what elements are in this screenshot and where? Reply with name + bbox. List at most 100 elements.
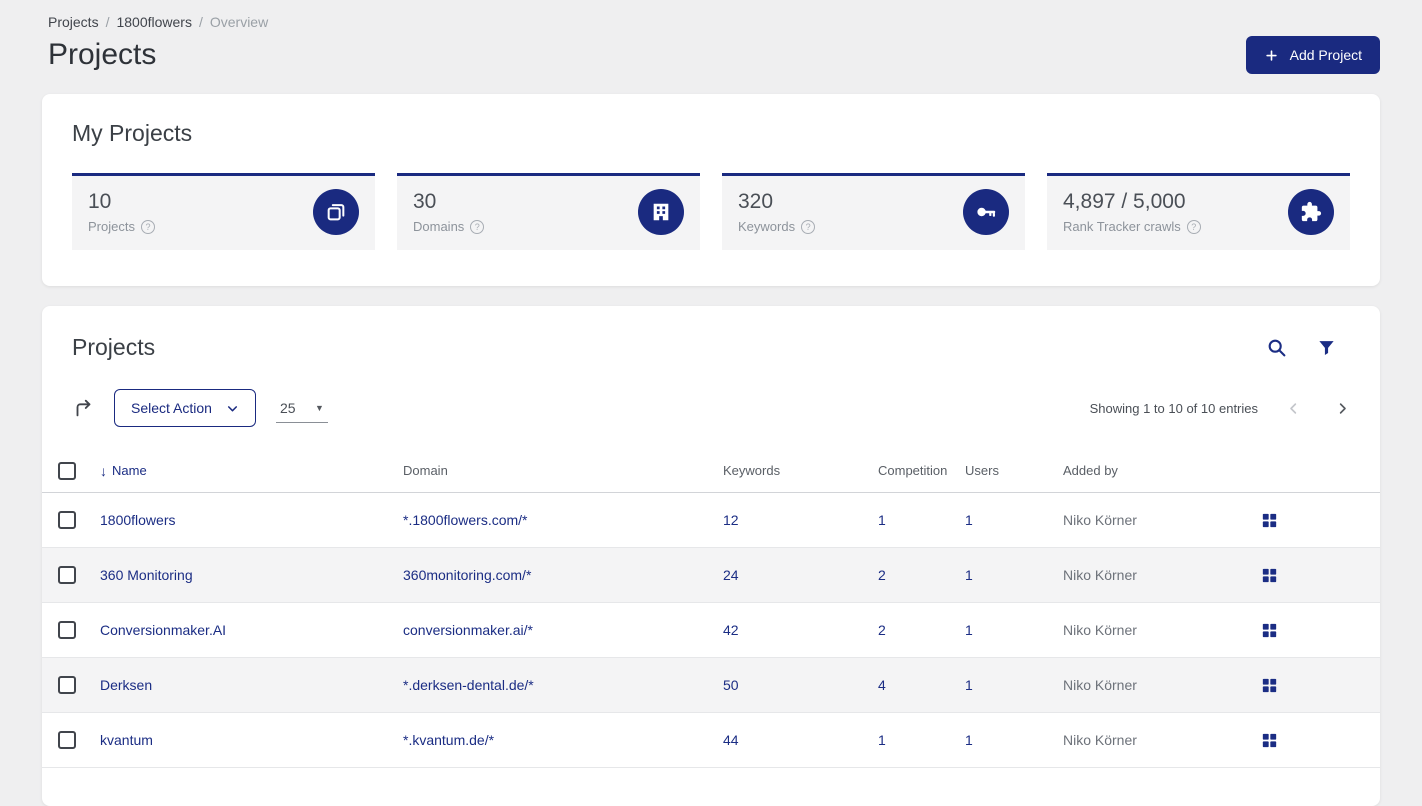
project-name-link[interactable]: kvantum bbox=[100, 732, 403, 748]
help-icon[interactable]: ? bbox=[470, 219, 485, 234]
keywords-value[interactable]: 24 bbox=[723, 567, 878, 583]
key-icon bbox=[963, 189, 1009, 235]
users-value[interactable]: 1 bbox=[965, 512, 1063, 528]
project-name-link[interactable]: 360 Monitoring bbox=[100, 567, 403, 583]
checkbox-cell bbox=[58, 731, 100, 749]
users-value[interactable]: 1 bbox=[965, 732, 1063, 748]
breadcrumb-1800flowers[interactable]: 1800flowers bbox=[116, 14, 192, 30]
select-all-checkbox[interactable] bbox=[58, 461, 76, 480]
column-header-competition[interactable]: Competition bbox=[878, 463, 965, 478]
competition-value[interactable]: 2 bbox=[878, 567, 965, 583]
breadcrumb-projects[interactable]: Projects bbox=[48, 14, 99, 30]
breadcrumb-separator: / bbox=[198, 14, 203, 30]
projects-panel-title: Projects bbox=[72, 334, 156, 360]
pagination-area: Showing 1 to 10 of 10 entries bbox=[1090, 401, 1350, 416]
table-header-row: ↓ Name Domain Keywords Competition Users… bbox=[42, 449, 1380, 493]
page-size-select[interactable]: 25 ▼ bbox=[275, 394, 328, 423]
dashboard-grid-icon[interactable] bbox=[1262, 568, 1277, 583]
row-checkbox[interactable] bbox=[58, 621, 76, 639]
keywords-value[interactable]: 12 bbox=[723, 512, 878, 528]
breadcrumb-separator: / bbox=[105, 14, 110, 30]
help-icon[interactable]: ? bbox=[801, 219, 816, 234]
stat-text: 30 Domains ? bbox=[413, 190, 485, 234]
help-icon[interactable]: ? bbox=[1186, 219, 1201, 234]
column-label: Name bbox=[112, 463, 147, 478]
users-value[interactable]: 1 bbox=[965, 567, 1063, 583]
users-value[interactable]: 1 bbox=[965, 622, 1063, 638]
projects-label: Projects bbox=[88, 219, 135, 234]
puzzle-icon bbox=[1288, 189, 1334, 235]
keywords-value[interactable]: 42 bbox=[723, 622, 878, 638]
project-name-link[interactable]: Conversionmaker.AI bbox=[100, 622, 403, 638]
page-header: Projects Add Project bbox=[42, 36, 1380, 74]
project-name-link[interactable]: Derksen bbox=[100, 677, 403, 693]
competition-value[interactable]: 1 bbox=[878, 512, 965, 528]
project-name-link[interactable]: 1800flowers bbox=[100, 512, 403, 528]
actions-cell bbox=[1262, 733, 1364, 748]
actions-cell bbox=[1262, 678, 1364, 693]
column-header-name[interactable]: ↓ Name bbox=[100, 463, 403, 479]
dashboard-grid-icon[interactable] bbox=[1262, 513, 1277, 528]
chevron-right-icon[interactable] bbox=[1335, 401, 1350, 416]
added-by-value: Niko Körner bbox=[1063, 567, 1137, 583]
projects-count: 10 bbox=[88, 190, 112, 213]
row-checkbox[interactable] bbox=[58, 731, 76, 749]
page-size-value: 25 bbox=[279, 399, 296, 416]
competition-value[interactable]: 1 bbox=[878, 732, 965, 748]
stat-label-row: Rank Tracker crawls ? bbox=[1063, 219, 1201, 234]
keywords-value[interactable]: 44 bbox=[723, 732, 878, 748]
search-icon[interactable] bbox=[1266, 337, 1287, 358]
stat-label-row: Domains ? bbox=[413, 219, 485, 234]
actions-cell bbox=[1262, 513, 1364, 528]
actions-cell bbox=[1262, 623, 1364, 638]
column-header-keywords[interactable]: Keywords bbox=[723, 463, 878, 478]
project-domain-link[interactable]: conversionmaker.ai/* bbox=[403, 622, 723, 638]
project-domain-link[interactable]: *.kvantum.de/* bbox=[403, 732, 723, 748]
checkbox-cell bbox=[58, 566, 100, 584]
column-header-domain[interactable]: Domain bbox=[403, 463, 723, 478]
column-header-added-by[interactable]: Added by bbox=[1063, 463, 1262, 478]
stat-label-row: Projects ? bbox=[88, 219, 155, 234]
keywords-label: Keywords bbox=[738, 219, 796, 234]
column-header-users[interactable]: Users bbox=[965, 463, 1063, 478]
stat-label-row: Keywords ? bbox=[738, 219, 816, 234]
table-toolbar: Select Action 25 ▼ Showing 1 to 10 of 10… bbox=[42, 361, 1380, 449]
export-arrow-icon[interactable] bbox=[72, 397, 94, 419]
dashboard-grid-icon[interactable] bbox=[1262, 678, 1277, 693]
row-checkbox[interactable] bbox=[58, 676, 76, 694]
project-domain-link[interactable]: *.1800flowers.com/* bbox=[403, 512, 723, 528]
stat-text: 4,897 / 5,000 Rank Tracker crawls ? bbox=[1063, 190, 1201, 234]
competition-value[interactable]: 2 bbox=[878, 622, 965, 638]
checkbox-cell bbox=[58, 621, 100, 639]
select-action-dropdown[interactable]: Select Action bbox=[114, 389, 256, 427]
chevron-left-icon[interactable] bbox=[1286, 401, 1301, 416]
breadcrumb-overview: Overview bbox=[209, 14, 269, 30]
dashboard-grid-icon[interactable] bbox=[1262, 733, 1277, 748]
projects-card-header: Projects bbox=[42, 334, 1380, 361]
added-by-value: Niko Körner bbox=[1063, 512, 1137, 528]
crawls-count: 4,897 / 5,000 bbox=[1063, 190, 1186, 213]
projects-table-card: Projects Select Action 25 ▼ Showing 1 to… bbox=[42, 306, 1380, 806]
users-value[interactable]: 1 bbox=[965, 677, 1063, 693]
select-action-label: Select Action bbox=[131, 400, 212, 416]
row-checkbox[interactable] bbox=[58, 511, 76, 529]
showing-entries-text: Showing 1 to 10 of 10 entries bbox=[1089, 400, 1258, 416]
dashboard-grid-icon[interactable] bbox=[1262, 623, 1277, 638]
help-icon[interactable]: ? bbox=[140, 219, 155, 234]
project-domain-link[interactable]: *.derksen-dental.de/* bbox=[403, 677, 723, 693]
checkbox-cell bbox=[58, 676, 100, 694]
actions-cell bbox=[1262, 568, 1364, 583]
competition-value[interactable]: 4 bbox=[878, 677, 965, 693]
panel-header-icons bbox=[1266, 337, 1336, 358]
my-projects-title: My Projects bbox=[72, 120, 193, 146]
project-domain-link[interactable]: 360monitoring.com/* bbox=[403, 567, 723, 583]
stat-tile-crawls: 4,897 / 5,000 Rank Tracker crawls ? bbox=[1047, 173, 1350, 250]
keywords-count: 320 bbox=[738, 190, 774, 213]
domains-label: Domains bbox=[413, 219, 465, 234]
row-checkbox[interactable] bbox=[58, 566, 76, 584]
filter-icon[interactable] bbox=[1317, 338, 1336, 357]
keywords-value[interactable]: 50 bbox=[723, 677, 878, 693]
page-title: Projects bbox=[48, 38, 157, 71]
stat-tile-projects: 10 Projects ? bbox=[72, 173, 375, 250]
add-project-button[interactable]: Add Project bbox=[1245, 36, 1380, 74]
